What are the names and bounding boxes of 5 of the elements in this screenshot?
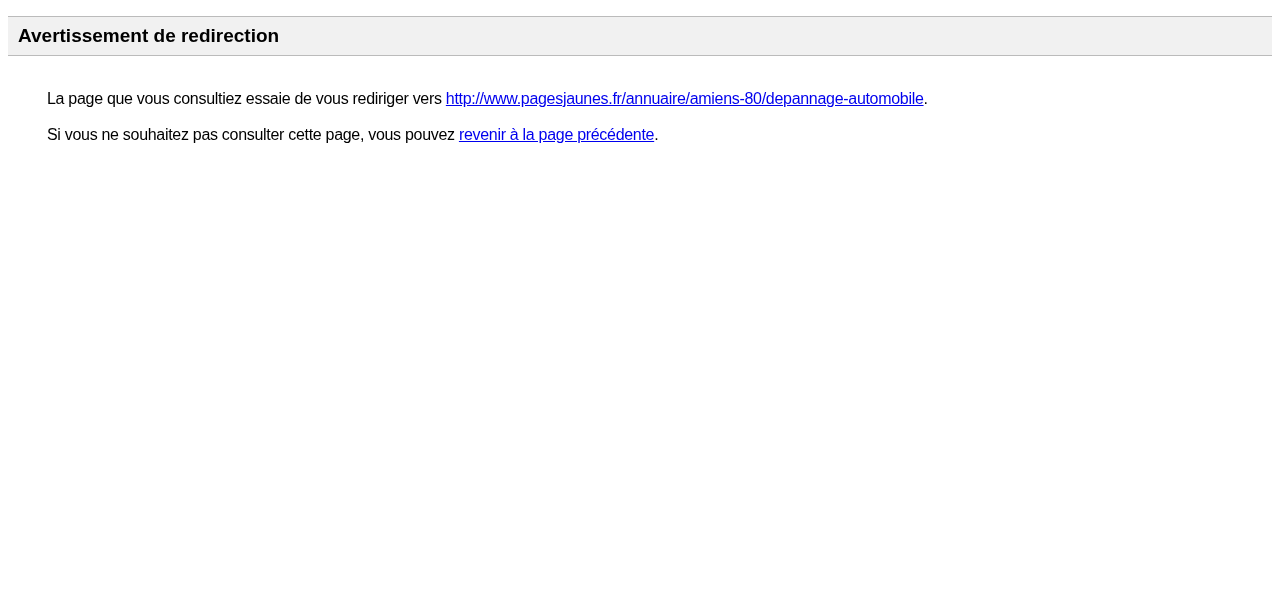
link[interactable]: revenir à la page précédente <box>458 126 655 143</box>
page-title: Avertissement de redirection <box>18 25 280 47</box>
paragraph: Si vous ne souhaitez pas consulter cette page, vous pouvez revenir à la page précédente. <box>47 125 660 145</box>
paragraph: La page que vous consultiez essaie de vous rediriger vers http://www.pagesjaunes.fr/annuaire/amiens-80/depannage-automobile. <box>47 89 929 109</box>
link[interactable]: http://www.pagesjaunes.fr/annuaire/amiens-80/depannage-automobile <box>445 90 924 107</box>
